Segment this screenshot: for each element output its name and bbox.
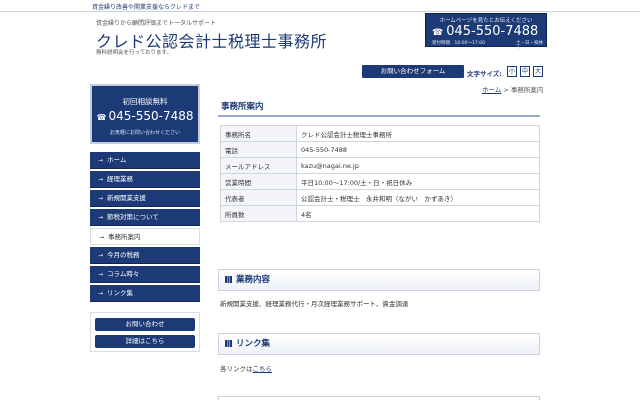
font-size-small-button[interactable]: 小 <box>507 66 517 77</box>
phone-icon: ☎ <box>432 28 444 38</box>
contact-form-button[interactable]: お問い合わせフォーム <box>362 65 464 78</box>
table-row: 電話 045-550-7488 <box>220 141 540 158</box>
table-key: 代表者 <box>220 189 297 206</box>
links-heading: リンク集 <box>218 333 540 355</box>
font-size-large-button[interactable]: 大 <box>533 66 543 77</box>
table-key: メールアドレス <box>220 157 297 174</box>
table-row: 代表者 公認会計士・税理士 永井和明（ながい かずあき） <box>220 189 540 206</box>
top-bar-text: 資金繰り改善や開業支援ならクレドまで <box>92 4 201 11</box>
table-value: 4名 <box>296 205 540 222</box>
sidebar-buttons: お問い合わせ 詳細はこちら <box>90 312 200 352</box>
free-consult-banner[interactable]: 初回相談無料 ☎ 045-550-7488 お気軽にお問い合わせください <box>90 84 200 144</box>
nav-item-column[interactable]: → コラム時々 <box>90 266 200 283</box>
banner-number: ☎ 045-550-7488 <box>96 109 194 123</box>
site-header: 資金繰りから顧問評価までトータルサポート クレド公認会計士税理士事務所 無料説明… <box>0 12 640 78</box>
services-heading: 業務内容 <box>218 269 540 291</box>
nav-item-accounting[interactable]: → 経理業務 <box>90 171 200 188</box>
chevron-right-icon: → <box>99 234 105 241</box>
chevron-right-icon: → <box>98 252 104 259</box>
breadcrumb-home-link[interactable]: ホーム <box>482 86 501 94</box>
nav-item-monthly-tax[interactable]: → 今月の税務 <box>90 247 200 264</box>
nav-item-home[interactable]: → ホーム <box>90 152 200 169</box>
phone-box-days: 土・日・祝休み <box>516 41 543 52</box>
banner-title: 初回相談無料 <box>122 97 168 106</box>
nav-item-tax-saving[interactable]: → 節税対策について <box>90 209 200 226</box>
phone-icon: ☎ <box>96 113 107 122</box>
table-row: 事務所名 クレド公認会計士税理士事務所 <box>220 125 540 142</box>
breadcrumb: ホーム > 事務所案内 <box>482 84 543 94</box>
nav-item-office[interactable]: → 事務所案内 <box>90 228 200 245</box>
table-key: 所員数 <box>220 205 297 222</box>
sidebar-contact-button[interactable]: お問い合わせ <box>95 318 195 331</box>
chevron-right-icon: → <box>98 214 104 221</box>
breadcrumb-separator: > <box>501 86 511 94</box>
table-row: 営業時間 平日10:00～17:00/土・日・祝日休み <box>220 173 540 190</box>
chevron-right-icon: → <box>98 157 104 164</box>
breadcrumb-current: 事務所案内 <box>510 86 544 94</box>
office-info-table: 事務所名 クレド公認会計士税理士事務所 電話 045-550-7488 メールアドレ… <box>220 125 540 222</box>
table-key: 事務所名 <box>220 125 297 142</box>
grid-icon <box>225 340 232 347</box>
banner-sub: お気軽にお問い合わせください <box>109 130 180 136</box>
table-value: kazu@nagai.ne.jp <box>296 157 540 174</box>
links-here-link[interactable]: こちら <box>253 365 273 373</box>
table-key: 営業時間 <box>220 173 297 190</box>
table-value: 045-550-7488 <box>296 141 540 158</box>
table-value: クレド公認会計士税理士事務所 <box>296 125 540 142</box>
table-value: 平日10:00～17:00/土・日・祝日休み <box>296 173 540 190</box>
links-text: 各リンクはこちら <box>220 365 273 373</box>
header-phone-box: ホームページを見たとお伝えください ☎ 045-550-7488 受付時間 10:… <box>425 13 547 52</box>
table-row: 所員数 4名 <box>220 205 540 222</box>
table-key: 電話 <box>220 141 297 158</box>
next-section-box <box>218 396 540 400</box>
font-size-label: 文字サイズ: <box>467 70 502 78</box>
header-subtitle: 資金繰りから顧問評価までトータルサポート <box>96 20 217 27</box>
page-title: 事務所案内 <box>218 97 540 117</box>
chevron-right-icon: → <box>98 290 104 297</box>
phone-box-hours: 受付時間 10:00～17:00 <box>432 41 485 46</box>
chevron-right-icon: → <box>98 271 104 278</box>
nav-item-links[interactable]: → リンク集 <box>90 285 200 302</box>
top-bar: 資金繰り改善や開業支援ならクレドまで <box>0 0 640 12</box>
grid-icon <box>225 276 232 283</box>
phone-box-label: ホームページを見たとお伝えください <box>439 18 533 24</box>
font-size-medium-button[interactable]: 中 <box>520 66 530 77</box>
services-text: 新規開業支援、経理業務代行・月次経理業務サポート、資金調達 <box>220 300 409 308</box>
table-value: 公認会計士・税理士 永井和明（ながい かずあき） <box>296 189 540 206</box>
table-row: メールアドレス kazu@nagai.ne.jp <box>220 157 540 174</box>
sidebar-detail-button[interactable]: 詳細はこちら <box>95 335 195 348</box>
chevron-right-icon: → <box>98 195 104 202</box>
header-note: 無料説明会を行っております。 <box>96 50 173 56</box>
nav-item-startup[interactable]: → 新規開業支援 <box>90 190 200 207</box>
chevron-right-icon: → <box>98 176 104 183</box>
sidebar-nav: → ホーム → 経理業務 → 新規開業支援 → 節税対策について → 事務所案内 → 今月の… <box>90 152 200 304</box>
phone-box-number: ☎ 045-550-7488 <box>432 24 539 39</box>
